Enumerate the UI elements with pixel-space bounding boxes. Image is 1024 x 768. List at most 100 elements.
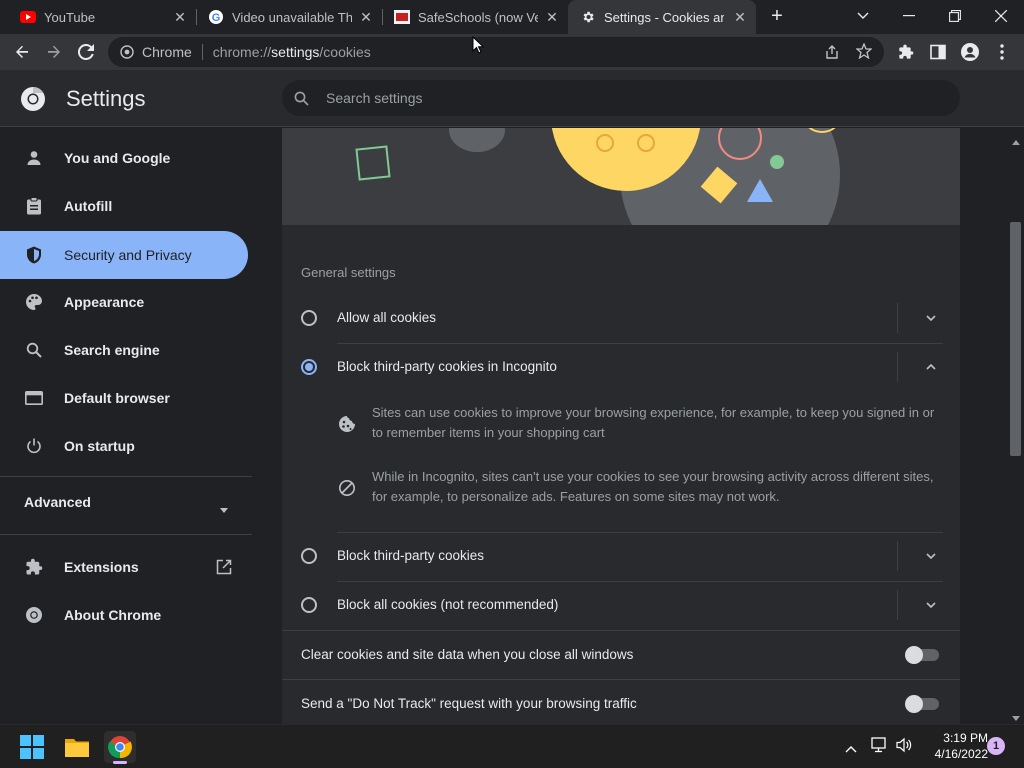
cookie-option-block-all[interactable]: Block all cookies (not recommended) [301, 581, 943, 629]
svg-text:G: G [212, 12, 221, 24]
browser-icon [24, 388, 44, 408]
cookie-option-allow-all[interactable]: Allow all cookies [301, 294, 943, 342]
sidebar-item-you-and-google[interactable]: You and Google [0, 134, 248, 182]
palette-icon [24, 292, 44, 312]
cookies-illustration [282, 128, 960, 225]
sidebar-item-on-startup[interactable]: On startup [0, 422, 248, 470]
sidebar-item-extensions[interactable]: Extensions [0, 543, 248, 591]
tab-youtube[interactable]: YouTube ✕ [8, 0, 196, 34]
scroll-up-arrow-icon[interactable] [1012, 132, 1020, 150]
sidebar-item-label: Appearance [64, 294, 145, 310]
clock-date: 4/16/2022 [934, 747, 988, 761]
page-title: Settings [66, 86, 146, 111]
clear-on-exit-row[interactable]: Clear cookies and site data when you clo… [301, 630, 943, 679]
cookies-settings-card: General settings Allow all cookies Block… [282, 128, 960, 724]
cookie-option-block-third-party[interactable]: Block third-party cookies [301, 532, 943, 580]
forward-button[interactable] [40, 38, 68, 66]
network-icon[interactable] [871, 737, 889, 758]
clipboard-icon [24, 196, 44, 216]
notification-badge[interactable]: 1 [987, 737, 1005, 755]
mouse-cursor-icon [472, 35, 485, 59]
person-icon [24, 148, 44, 168]
close-tab-icon[interactable]: ✕ [732, 9, 748, 25]
close-tab-icon[interactable]: ✕ [358, 9, 374, 25]
clock-time: 3:19 PM [943, 731, 988, 745]
sidebar-item-default-browser[interactable]: Default browser [0, 374, 248, 422]
share-icon[interactable] [824, 44, 840, 63]
sidebar-item-about-chrome[interactable]: About Chrome [0, 591, 248, 639]
sidebar-item-appearance[interactable]: Appearance [0, 278, 248, 326]
chrome-logo-icon [24, 605, 44, 625]
back-button[interactable] [8, 38, 36, 66]
cookie-icon [338, 415, 356, 433]
reload-button[interactable] [72, 38, 100, 66]
new-tab-button[interactable]: + [766, 5, 788, 27]
sidebar-item-label: Autofill [64, 198, 113, 214]
chrome-taskbar-button[interactable] [104, 731, 136, 764]
minimize-button[interactable] [886, 0, 932, 32]
profile-button[interactable] [956, 38, 984, 66]
sidebar-divider [0, 534, 252, 535]
search-settings-input[interactable]: Search settings [282, 80, 960, 116]
youtube-icon [20, 9, 36, 25]
chevron-down-icon[interactable] [921, 546, 941, 566]
radio-button[interactable] [301, 597, 317, 613]
file-explorer-button[interactable] [61, 731, 93, 763]
windows-logo-icon [20, 735, 44, 759]
bookmark-star-icon[interactable] [855, 42, 873, 62]
sidebar-advanced-toggle[interactable]: Advanced [0, 478, 248, 526]
tab-title: YouTube [44, 9, 96, 25]
radio-button-selected[interactable] [301, 359, 317, 375]
do-not-track-row[interactable]: Send a "Do Not Track" request with your … [301, 679, 943, 724]
chevron-down-icon[interactable] [921, 308, 941, 328]
option-label: Block all cookies (not recommended) [337, 597, 559, 612]
tab-search-button[interactable] [840, 0, 886, 32]
volume-icon[interactable] [896, 737, 914, 758]
folder-icon [65, 739, 89, 757]
chevron-down-icon [857, 12, 869, 19]
close-tab-icon[interactable]: ✕ [172, 9, 188, 25]
row-divider [897, 352, 898, 382]
sidebar-item-search-engine[interactable]: Search engine [0, 326, 248, 374]
radio-button[interactable] [301, 548, 317, 564]
chrome-page-icon [120, 45, 134, 62]
option-label: Block third-party cookies in Incognito [337, 359, 557, 374]
chevron-down-icon[interactable] [921, 595, 941, 615]
option-label: Block third-party cookies [337, 548, 485, 563]
row-divider [897, 590, 898, 620]
scrollbar-thumb[interactable] [1010, 222, 1021, 456]
chevron-up-icon[interactable] [845, 740, 857, 758]
sidebar-item-label: On startup [64, 438, 135, 454]
side-panel-icon [930, 44, 946, 60]
start-button[interactable] [16, 731, 48, 763]
close-window-button[interactable] [978, 0, 1024, 32]
power-icon [24, 436, 44, 456]
close-tab-icon[interactable]: ✕ [544, 9, 560, 25]
do-not-track-toggle[interactable] [905, 695, 939, 713]
omnibox-divider [201, 44, 203, 60]
restore-button[interactable] [932, 0, 978, 32]
chevron-up-icon[interactable] [921, 357, 941, 377]
sidebar-item-autofill[interactable]: Autofill [0, 182, 248, 230]
taskbar-clock[interactable]: 3:19 PM 4/16/2022 [918, 730, 988, 762]
sidebar-item-security-and-privacy[interactable]: Security and Privacy [0, 231, 248, 279]
open-in-new-icon [216, 559, 232, 578]
side-panel-button[interactable] [924, 38, 952, 66]
tab-safeschools[interactable]: SafeSchools (now Vect ✕ [382, 0, 568, 34]
tab-video-unavailable[interactable]: G Video unavailable This ✕ [196, 0, 382, 34]
clear-on-exit-toggle[interactable] [905, 646, 939, 664]
menu-button[interactable] [988, 38, 1016, 66]
tab-settings-cookies[interactable]: Settings - Cookies and ✕ [568, 0, 756, 34]
extensions-button[interactable] [892, 38, 920, 66]
radio-button[interactable] [301, 310, 317, 326]
arrow-right-icon [48, 45, 60, 58]
settings-header: Settings Search settings [0, 70, 1024, 127]
toggle-knob [905, 646, 923, 664]
tab-strip: YouTube ✕ G Video unavailable This ✕ Saf… [0, 0, 1024, 34]
option-detail-text: Sites can use cookies to improve your br… [372, 405, 935, 440]
address-bar[interactable]: Chrome chrome://settings/cookies [108, 37, 884, 67]
reload-icon [78, 44, 94, 60]
chrome-logo-icon [108, 736, 132, 759]
cookie-option-block-third-party-incognito[interactable]: Block third-party cookies in Incognito [301, 343, 943, 391]
tab-title: Settings - Cookies and [604, 9, 724, 25]
